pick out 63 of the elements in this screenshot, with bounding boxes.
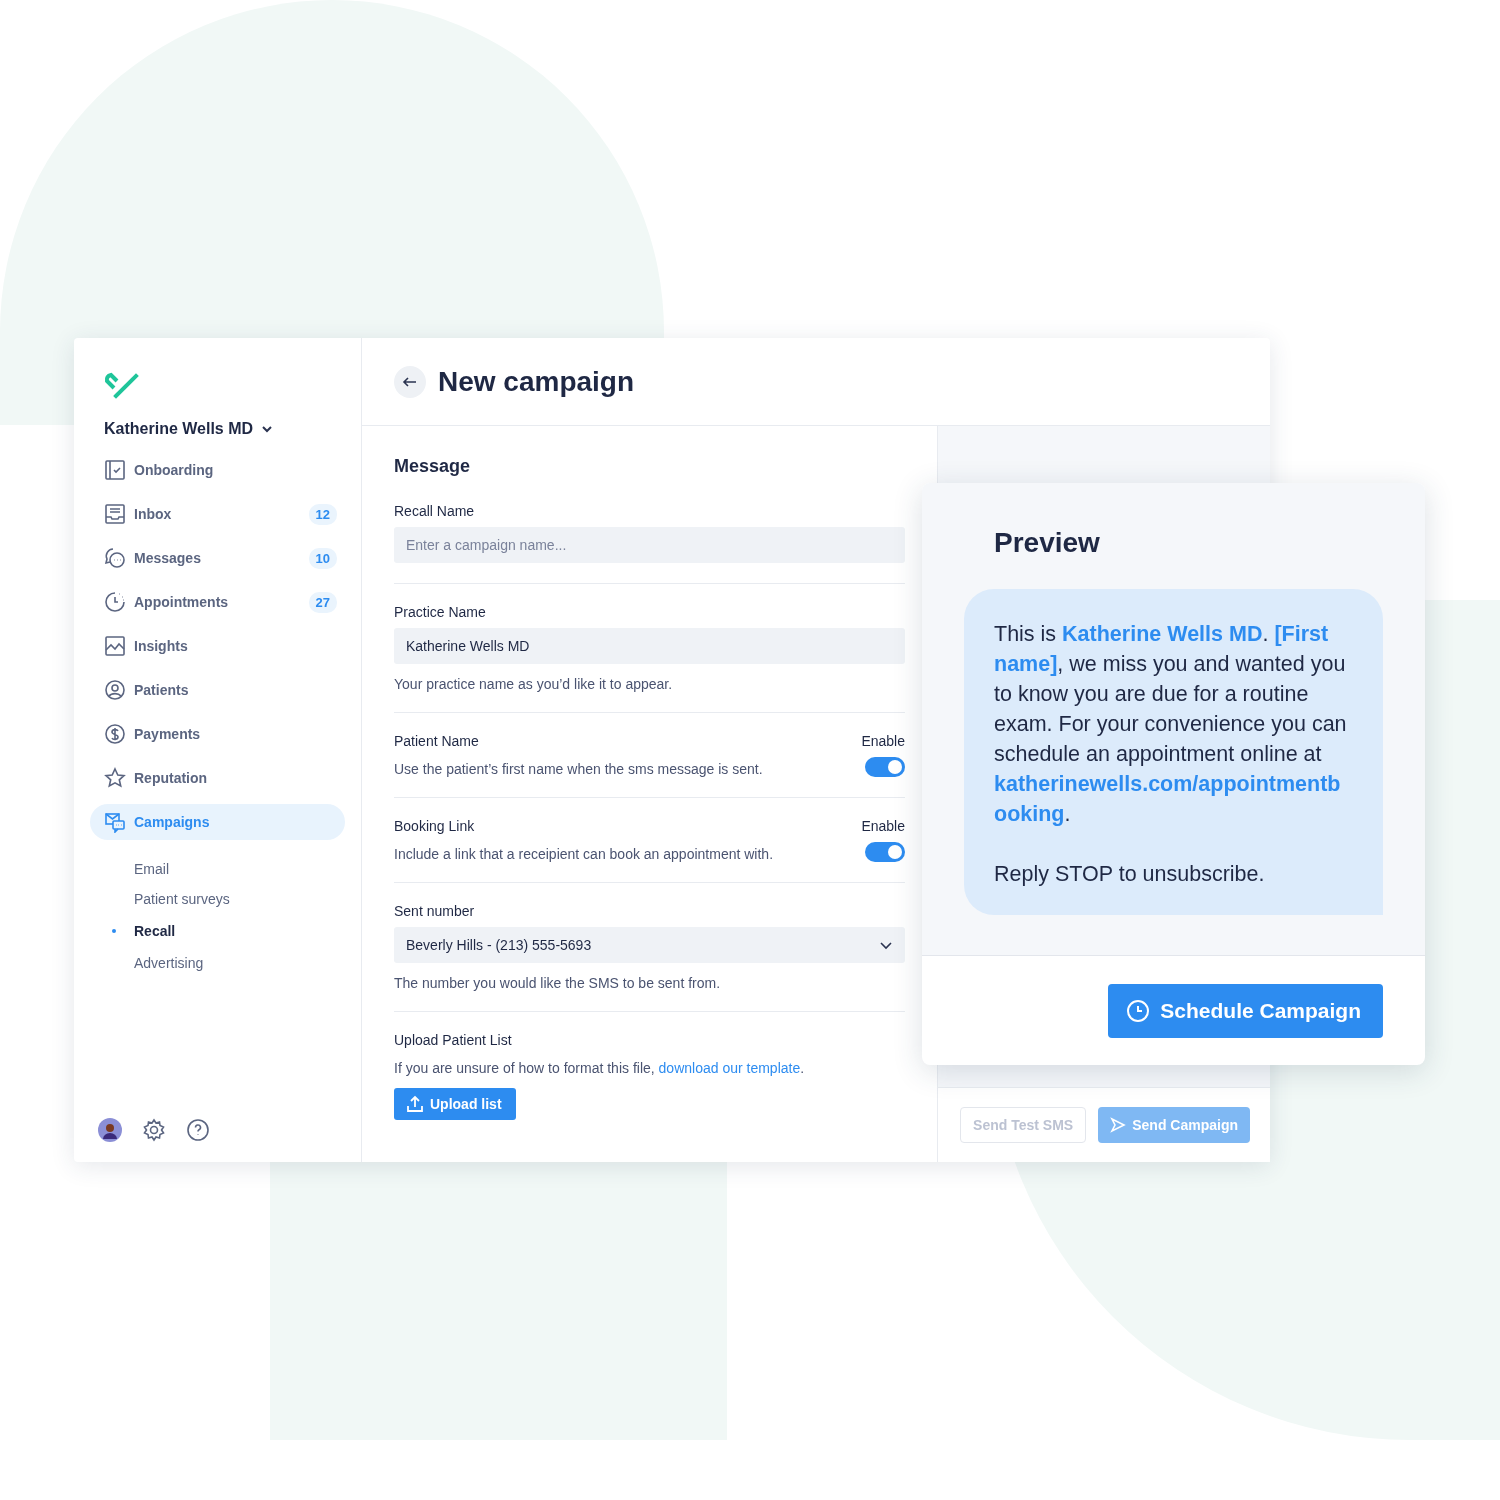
help-text: If you are unsure of how to format this file, download our template. — [394, 1060, 806, 1076]
upload-icon — [406, 1095, 424, 1113]
input-field[interactable]: Katherine Wells MD — [394, 628, 905, 664]
count-badge: 27 — [308, 591, 337, 613]
nav-item[interactable]: Payments — [90, 716, 345, 752]
clock-icon — [1126, 998, 1151, 1023]
help-text: Include a link that a receipient can book an appointment with. — [394, 846, 774, 862]
upload-button[interactable]: Upload list — [394, 1088, 516, 1120]
message-text: Reply STOP to unsubscribe. — [994, 861, 1266, 888]
section-title: Message — [394, 456, 472, 477]
nav-item[interactable]: Reputation — [90, 760, 345, 796]
inbox-tray-icon — [104, 503, 126, 525]
star-icon — [104, 767, 126, 789]
field-label: Sent number — [394, 903, 476, 919]
nav-item[interactable]: Onboarding — [90, 452, 345, 488]
help-text: Your practice name as you’d like it to appear. — [394, 676, 674, 692]
avatar[interactable] — [98, 1118, 122, 1142]
field-label: Patient Name — [394, 733, 480, 749]
count-badge: 12 — [308, 503, 337, 525]
help-text: Use the patient’s first name when the sms message is sent. — [394, 761, 763, 777]
send-icon — [1110, 1117, 1127, 1133]
clock-icon — [104, 591, 126, 613]
toggle-label: Enable — [861, 818, 905, 834]
dropdown-field[interactable]: Beverly Hills - (213) 555-5693 — [394, 927, 905, 963]
subnav-item[interactable]: Patient surveys — [134, 884, 230, 914]
dollar-icon — [104, 723, 126, 745]
checklist-icon — [104, 459, 126, 481]
back-button[interactable] — [394, 365, 426, 398]
help-icon[interactable] — [186, 1118, 210, 1142]
subnav-item[interactable]: Advertising — [134, 948, 204, 978]
toggle-switch[interactable] — [865, 757, 905, 777]
chat-bubbles-icon — [104, 547, 126, 569]
field-label: Practice Name — [394, 604, 487, 620]
nav-item[interactable]: Messages 10 — [90, 540, 345, 576]
nav-item[interactable]: Appointments 27 — [90, 584, 345, 620]
page-title: New campaign — [438, 365, 635, 398]
help-text: The number you would like the SMS to be sent from. — [394, 975, 722, 991]
field-label: Upload Patient List — [394, 1032, 513, 1048]
subnav-item[interactable]: Recall — [134, 914, 176, 948]
schedule-button[interactable]: Schedule Campaign — [1108, 983, 1383, 1038]
line-chart-icon — [104, 635, 126, 657]
arrow-left-icon — [402, 375, 418, 388]
toggle-label: Enable — [861, 733, 905, 749]
preview-title: Preview — [994, 527, 1101, 559]
user-circle-icon — [104, 679, 126, 701]
subnav-item[interactable]: Email — [134, 854, 169, 884]
message-text: This is Katherine Wells MD. [First name], we miss you and wanted you to know you are due for a routine exam. For your convenience you can schedule an appointment online at katherinewells.com/appointmentbooking. — [994, 621, 1348, 828]
input-field[interactable]: Enter a campaign name... — [394, 527, 905, 563]
field-label: Booking Link — [394, 818, 476, 834]
nav-item[interactable]: Campaigns — [90, 804, 345, 840]
field-label: Recall Name — [394, 503, 476, 519]
chevron-down-icon — [879, 940, 893, 950]
bullet-icon — [112, 929, 116, 933]
toggle-switch[interactable] — [865, 842, 905, 862]
nav-item[interactable]: Insights — [90, 628, 345, 664]
template-link[interactable]: download our template — [658, 1060, 801, 1076]
mail-chat-icon — [104, 811, 126, 833]
count-badge: 10 — [308, 547, 337, 569]
settings-icon[interactable] — [142, 1118, 166, 1142]
chevron-down-icon — [261, 425, 274, 433]
nav-item[interactable]: Inbox 12 — [90, 496, 345, 532]
nav-item[interactable]: Patients — [90, 672, 345, 708]
account-switcher[interactable]: Katherine Wells MD — [104, 420, 274, 438]
